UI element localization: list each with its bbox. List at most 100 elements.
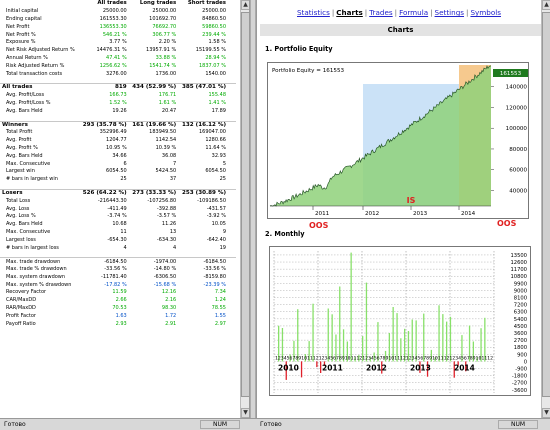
stat-value: 1.41 % [208, 99, 226, 106]
stat-value: 25 [120, 176, 127, 183]
stat-value: -107256.80 [147, 197, 177, 204]
stat-value: -17.82 % [104, 281, 127, 288]
stat-value: -431.57 [206, 205, 226, 212]
stat-label: Net Profit [6, 23, 30, 30]
nav-formula-link[interactable]: Formula [399, 8, 428, 17]
num-lock-indicator-left: NUM [200, 420, 240, 429]
statistics-table: All trades Long trades Short trades Init… [0, 0, 236, 328]
oos-annotation-left: OOS [309, 221, 329, 230]
stat-value: 17.89 [211, 107, 226, 114]
stat-label: Profit Factor [6, 312, 36, 319]
x-tick-label: 2013 [413, 211, 428, 217]
stat-value: 1256.62 % [99, 62, 127, 69]
stat-label: Avg. Bars Held [6, 152, 43, 159]
stat-value: 6054.50 [106, 168, 127, 175]
left-scrollbar[interactable]: ▲ ▼ [240, 0, 249, 418]
y-tick-label: 9000 [514, 288, 527, 294]
y-tick-label: 11700 [510, 267, 527, 273]
scroll-down-arrow-icon[interactable]: ▼ [542, 408, 550, 418]
stat-value: 253 (30.89 %) [178, 189, 236, 198]
scroll-down-arrow-icon[interactable]: ▼ [241, 408, 249, 418]
stat-value: 136553.30 [99, 23, 127, 30]
scroll-up-arrow-icon[interactable]: ▲ [542, 0, 550, 10]
last-value-label: 161553 [500, 71, 522, 77]
stat-label: Total Profit [6, 129, 33, 136]
stat-value: 14476.31 % [96, 47, 127, 54]
stat-value: 33.88 % [155, 54, 177, 61]
stat-value: 47.41 % [106, 54, 127, 61]
monthly-section-title: 2. Monthly [265, 230, 305, 238]
stat-row: Total Profit 352996.49 183949.50 169047.00 [0, 129, 236, 137]
nav-settings-link[interactable]: Settings [435, 8, 464, 17]
monthly-bar-positive [438, 305, 440, 362]
stat-value: 1736.00 [155, 70, 177, 77]
stat-label: Avg. Profit % [6, 144, 38, 151]
stat-value: -3.57 % [156, 213, 177, 220]
stat-label: Avg. Loss [6, 205, 30, 212]
stat-value: 169047.00 [198, 129, 226, 136]
y-tick-label: 7200 [514, 303, 527, 309]
stat-label: Recovery Factor [6, 289, 47, 296]
stat-value: 819 [79, 83, 129, 92]
year-label: 2010 [278, 363, 299, 372]
stat-value: 352996.49 [99, 129, 127, 136]
nav-charts-link[interactable]: Charts [336, 8, 363, 17]
section-title: All trades [0, 83, 80, 92]
nav-statistics-link[interactable]: Statistics [297, 8, 330, 17]
stat-value: 28.94 % [205, 54, 226, 61]
section-title: Winners [0, 120, 80, 129]
right-scrollbar[interactable]: ▲ ▼ [541, 0, 550, 418]
status-text-right: Готово [260, 421, 282, 428]
nav-trades-link[interactable]: Trades [369, 8, 392, 17]
stat-value: 20.47 [161, 107, 177, 114]
monthly-bar-positive [312, 303, 314, 362]
stat-value: 11.26 [161, 221, 177, 228]
stat-row: Profit Factor 1.63 1.72 1.55 [0, 312, 236, 320]
stat-row: Avg. Profit % 10.95 % 10.39 % 11.64 % [0, 145, 236, 153]
stat-value: 84860.50 [202, 15, 226, 22]
y-tick-label: -900 [515, 367, 527, 373]
stat-label: Ending capital [6, 15, 42, 22]
stat-value: 1204.77 [106, 137, 127, 144]
stat-label: RAR/MaxDD [6, 305, 36, 312]
table-header-row: All trades Long trades Short trades [0, 0, 236, 8]
stat-value: 1.72 [165, 312, 177, 319]
stat-value: 37 [169, 176, 177, 183]
stat-value: 2.93 [115, 320, 127, 327]
stat-value: 10.39 % [155, 144, 177, 151]
stat-value: 526 (64.22 %) [79, 189, 129, 198]
stat-value: 70.53 [112, 305, 127, 312]
section-header-row: Losers 526 (64.22 %) 273 (33.33 %) 253 (30.… [0, 189, 236, 198]
y-tick-label: 12600 [510, 260, 527, 266]
stat-value: -6306.50 [153, 273, 177, 280]
scroll-up-arrow-icon[interactable]: ▲ [241, 0, 249, 10]
section-header-row: Winners 293 (35.78 %) 161 (19.66 %) 132 (16… [0, 120, 236, 129]
y-tick-label: -3600 [512, 388, 527, 394]
stat-value: 1541.74 % [149, 62, 177, 69]
stat-label: CAR/MaxDD [6, 297, 37, 304]
monthly-profit-chart: 13500 12600 11700 10800 9900 9000 8100 7200 6300… [269, 246, 531, 396]
stat-value: 434 (52.99 %) [128, 83, 179, 92]
scroll-thumb[interactable] [241, 12, 249, 397]
scroll-thumb[interactable] [542, 12, 550, 397]
nav-symbols-link[interactable]: Symbols [470, 8, 501, 17]
stat-value: 19.26 [112, 107, 127, 114]
y-tick-label: -1800 [512, 374, 527, 380]
monthly-bar-positive [350, 252, 352, 362]
stat-label: Net Risk Adjusted Return % [6, 47, 75, 54]
report-nav: Statistics | Charts | Trades | Formula | Setting… [297, 8, 501, 17]
y-tick-label: 5400 [514, 317, 527, 323]
charts-pane: Statistics | Charts | Trades | Formula | Setting… [256, 0, 550, 418]
stat-value: -654.30 [107, 236, 127, 243]
stat-value: 76692.70 [152, 23, 177, 30]
stat-value: 101692.70 [149, 15, 177, 22]
y-tick-label: 10800 [510, 274, 527, 280]
stat-value: 1.58 % [208, 39, 226, 46]
stat-value: 11.59 [112, 289, 127, 296]
stat-value: 19 [219, 244, 226, 251]
stat-row: # bars in largest win 25 37 25 [0, 176, 236, 184]
stat-value: 3.77 % [109, 39, 127, 46]
stat-row: Avg. Bars Held 34.66 36.08 32.93 [0, 152, 236, 160]
y-tick-label: 1800 [514, 345, 527, 351]
stat-value: 25000.00 [152, 8, 177, 15]
